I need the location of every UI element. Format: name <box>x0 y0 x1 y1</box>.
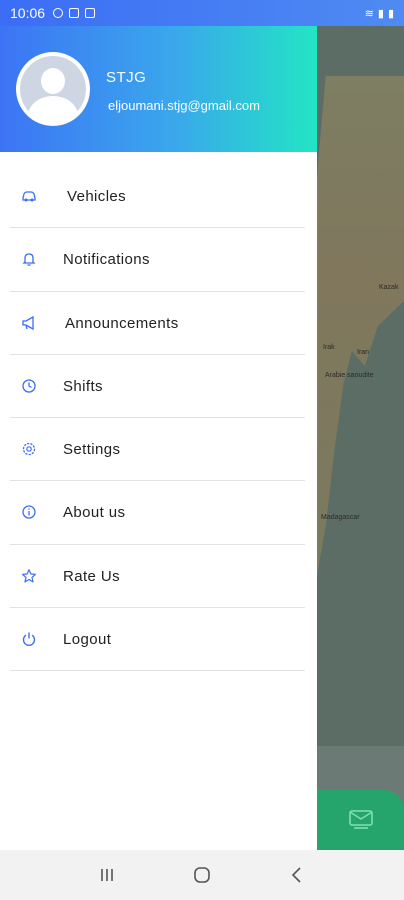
map-label: Irak <box>323 344 335 351</box>
drawer-menu: Vehicles Notifications Announcements Shi… <box>0 165 317 672</box>
user-email: eljoumani.stjg@gmail.com <box>108 98 260 113</box>
map-label: Iran <box>357 349 370 356</box>
status-time: 10:06 <box>10 5 46 21</box>
battery-icon: ▮ <box>387 7 394 20</box>
menu-item-settings[interactable]: Settings <box>0 418 317 482</box>
notification-status-icon <box>85 8 96 18</box>
gear-status-icon <box>53 8 64 18</box>
car-icon <box>20 187 38 205</box>
menu-item-announcements[interactable]: Announcements <box>0 292 317 356</box>
recents-icon <box>101 869 114 881</box>
wifi-icon: ≋ <box>364 7 374 20</box>
home-button[interactable] <box>182 855 222 895</box>
menu-label: Notifications <box>63 251 150 269</box>
menu-item-rate-us[interactable]: Rate Us <box>0 545 317 609</box>
message-icon <box>348 810 373 829</box>
menu-item-about-us[interactable]: About us <box>0 481 317 546</box>
power-icon <box>20 630 38 648</box>
back-button[interactable] <box>277 855 317 895</box>
menu-label: Logout <box>63 631 112 649</box>
status-bar: 10:06 ≋ ▮ ▮ <box>0 0 404 26</box>
status-system-icons: ≋ ▮ ▮ <box>365 7 394 20</box>
map-label: Arabie saoudite <box>325 372 374 379</box>
user-name: STJG <box>106 69 147 86</box>
menu-label: Rate Us <box>63 567 120 585</box>
star-icon <box>20 567 38 585</box>
status-icons <box>53 8 96 18</box>
navigation-drawer: STJG eljoumani.stjg@gmail.com Vehicles N… <box>0 0 317 850</box>
menu-label: Vehicles <box>67 188 127 205</box>
menu-item-shifts[interactable]: Shifts <box>0 355 317 419</box>
megaphone-icon <box>20 314 38 332</box>
menu-label: Shifts <box>63 377 103 395</box>
menu-label: Announcements <box>65 314 179 332</box>
user-avatar-icon <box>20 56 86 122</box>
map-land <box>317 76 404 576</box>
menu-item-notifications[interactable]: Notifications <box>0 228 317 292</box>
map-background[interactable]: Kazak Irak Iran Arabie saoudite Madagasc… <box>317 26 404 850</box>
recents-button[interactable] <box>87 855 127 895</box>
avatar[interactable] <box>16 52 90 126</box>
back-icon <box>291 867 301 883</box>
map-label: Madagascar <box>321 514 360 521</box>
menu-label: Settings <box>63 441 121 459</box>
message-fab[interactable] <box>317 790 404 850</box>
info-icon <box>20 503 38 521</box>
home-icon <box>194 867 210 883</box>
image-status-icon <box>69 8 80 18</box>
gear-icon <box>20 440 38 458</box>
menu-item-logout[interactable]: Logout <box>0 608 317 672</box>
menu-label: About us <box>63 504 126 522</box>
bell-icon <box>20 250 38 268</box>
clock-icon <box>20 377 38 395</box>
menu-item-vehicles[interactable]: Vehicles <box>0 165 317 229</box>
map-label: Kazak <box>379 284 399 291</box>
system-nav-bar <box>0 850 404 900</box>
drawer-header: STJG eljoumani.stjg@gmail.com <box>0 26 317 152</box>
signal-icon: ▮ <box>377 7 384 20</box>
